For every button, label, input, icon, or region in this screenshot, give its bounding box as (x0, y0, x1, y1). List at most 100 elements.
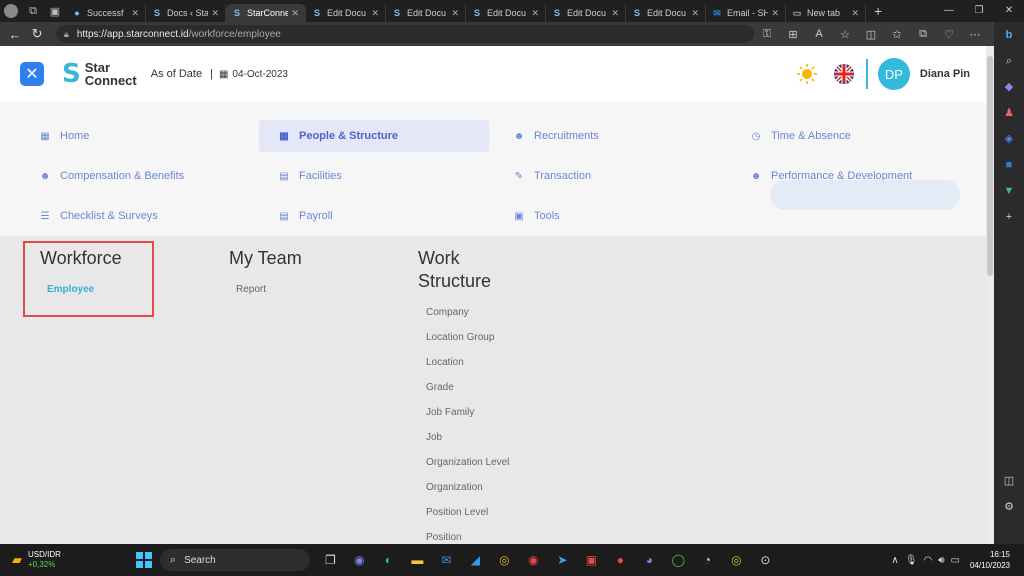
tab-close-icon[interactable]: ✕ (451, 8, 459, 19)
task-view-icon[interactable]: ❐ (316, 548, 345, 572)
split-screen-icon[interactable]: ◫ (858, 28, 884, 41)
shopping-tag-icon[interactable]: ◆ (994, 74, 1024, 100)
read-aloud-icon[interactable]: A (806, 28, 832, 41)
clock-app-icon[interactable]: ◔ (693, 548, 722, 572)
menu-item-facilities[interactable]: ▤ Facilities (259, 160, 489, 192)
search-icon[interactable]: ⌕ (994, 48, 1024, 74)
user-avatar[interactable]: DP (877, 58, 910, 90)
submenu-link-organization[interactable]: Organization (426, 482, 483, 493)
teams-icon[interactable]: ◉ (345, 548, 374, 572)
add-sidebar-icon[interactable]: + (994, 204, 1024, 230)
browser-tab-active[interactable]: S StarConne ✕ (226, 4, 306, 22)
browser-tab[interactable]: ● Successf ✕ (66, 4, 146, 22)
key-icon[interactable]: ⚿ (754, 28, 780, 41)
tab-close-icon[interactable]: ✕ (771, 8, 779, 19)
as-of-date-value[interactable]: 04-Oct-2023 (232, 69, 288, 80)
calendar-icon[interactable]: ▦ (219, 69, 228, 80)
tab-close-icon[interactable]: ✕ (211, 8, 219, 19)
games-icon[interactable]: ◈ (994, 126, 1024, 152)
maximize-icon[interactable]: ❐ (964, 0, 994, 22)
edge-icon[interactable]: ◐ (374, 548, 403, 572)
browser-tab[interactable]: S Edit Docu ✕ (626, 4, 706, 22)
file-explorer-icon[interactable]: ▬ (403, 548, 432, 572)
close-window-icon[interactable]: ✕ (994, 0, 1024, 22)
tab-close-icon[interactable]: ✕ (691, 8, 699, 19)
recorder-icon[interactable]: ⊙ (751, 548, 780, 572)
tab-close-icon[interactable]: ✕ (611, 8, 619, 19)
submenu-link-company[interactable]: Company (426, 307, 469, 318)
tab-close-icon[interactable]: ✕ (531, 8, 539, 19)
tools-icon[interactable]: ♟ (994, 100, 1024, 126)
drop-icon[interactable]: ▼ (994, 178, 1024, 204)
mail-icon[interactable]: ✉ (432, 548, 461, 572)
microphone-icon[interactable]: 🎙︎ (905, 555, 918, 566)
submenu-link-position-level[interactable]: Position Level (426, 507, 488, 518)
user-name[interactable]: Diana Pin (920, 68, 970, 80)
menu-item-tools[interactable]: ▣ Tools (494, 200, 724, 232)
close-menu-button[interactable]: ✕ (20, 62, 44, 86)
profile-avatar[interactable] (0, 0, 22, 22)
submenu-link-employee[interactable]: Employee (47, 284, 94, 295)
sun-theme-icon[interactable] (796, 63, 818, 85)
menu-item-payroll[interactable]: ▤ Payroll (259, 200, 489, 232)
submenu-link-position[interactable]: Position (426, 532, 462, 543)
record-icon[interactable]: ◉ (519, 548, 548, 572)
scrollbar-thumb[interactable] (987, 56, 993, 276)
red-app-icon[interactable]: ● (606, 548, 635, 572)
windows-start-icon[interactable] (135, 552, 152, 568)
wifi-icon[interactable]: ◠ (923, 555, 932, 566)
back-arrow-icon[interactable]: ← (4, 27, 26, 42)
minimize-icon[interactable]: — (934, 0, 964, 22)
submenu-link-location-group[interactable]: Location Group (426, 332, 494, 343)
menu-item-transaction[interactable]: ✎ Transaction (494, 160, 724, 192)
browser-tab[interactable]: S Docs ‹ Star ✕ (146, 4, 226, 22)
taskbar-search[interactable]: ⌕ Search (159, 549, 310, 571)
volume-icon[interactable]: 🔊︎ (938, 555, 944, 566)
copilot-icon[interactable]: b (994, 22, 1024, 48)
menu-item-home[interactable]: ▦ Home (20, 120, 250, 152)
submenu-link-report[interactable]: Report (236, 284, 266, 295)
submenu-link-job-family[interactable]: Job Family (426, 407, 474, 418)
apps-icon[interactable]: ⊞ (780, 28, 806, 41)
tab-close-icon[interactable]: ✕ (131, 8, 139, 19)
tab-actions-icon[interactable]: ▣ (44, 0, 66, 22)
vivaldi-icon[interactable]: ▣ (577, 548, 606, 572)
menu-item-recruitments[interactable]: ☻ Recruitments (494, 120, 724, 152)
page-scrollbar[interactable] (986, 46, 994, 544)
currency-widget[interactable]: ▰ USD/IDR +0,32% (12, 550, 61, 570)
browser-essentials-icon[interactable]: ♡ (936, 28, 962, 41)
outlook-icon[interactable]: ■ (994, 152, 1024, 178)
url-input[interactable]: 🔒︎ https://app.starconnect.id/workforce/… (56, 25, 754, 43)
refresh-icon[interactable]: ↻ (26, 26, 48, 42)
battery-icon[interactable]: ▭ (951, 555, 960, 566)
chrome-profile-icon[interactable]: ◎ (722, 548, 751, 572)
chrome-icon[interactable]: ◎ (490, 548, 519, 572)
discord-icon[interactable]: ◕ (635, 548, 664, 572)
tab-close-icon[interactable]: ✕ (291, 8, 299, 19)
submenu-link-organization-level[interactable]: Organization Level (426, 457, 509, 468)
taskbar-clock[interactable]: 16:15 04/10/2023 (970, 549, 1010, 571)
more-icon[interactable]: ⋯ (962, 28, 988, 41)
menu-item-time-absence[interactable]: ◷ Time & Absence (731, 120, 961, 152)
tab-close-icon[interactable]: ✕ (851, 8, 859, 19)
tray-overflow-icon[interactable]: ∧ (891, 555, 898, 566)
whatsapp-icon[interactable]: ◯ (664, 548, 693, 572)
browser-tab[interactable]: S Edit Docu ✕ (386, 4, 466, 22)
starconnect-logo[interactable]: S Star Connect (62, 59, 137, 89)
vscode-icon[interactable]: ◢ (461, 548, 490, 572)
submenu-link-grade[interactable]: Grade (426, 382, 454, 393)
menu-item-compensation-benefits[interactable]: ☻ Compensation & Benefits (20, 160, 250, 192)
submenu-link-job[interactable]: Job (426, 432, 442, 443)
new-tab-plus-icon[interactable]: + (874, 3, 882, 19)
browser-tab[interactable]: S Edit Docu ✕ (466, 4, 546, 22)
browser-tab[interactable]: ▭ New tab ✕ (786, 4, 866, 22)
uk-flag-language-icon[interactable] (833, 64, 854, 84)
favorites-icon[interactable]: ✩ (884, 28, 910, 41)
telegram-icon[interactable]: ➤ (548, 548, 577, 572)
collections-icon[interactable]: ⧉ (910, 28, 936, 41)
menu-item-people-structure[interactable]: ▦ People & Structure (259, 120, 489, 152)
sidebar-layout-icon[interactable]: ◫ (994, 468, 1024, 494)
menu-item-checklist-surveys[interactable]: ☰ Checklist & Surveys (20, 200, 250, 232)
favorite-star-icon[interactable]: ☆ (832, 28, 858, 41)
workspaces-icon[interactable]: ⧉ (22, 0, 44, 22)
